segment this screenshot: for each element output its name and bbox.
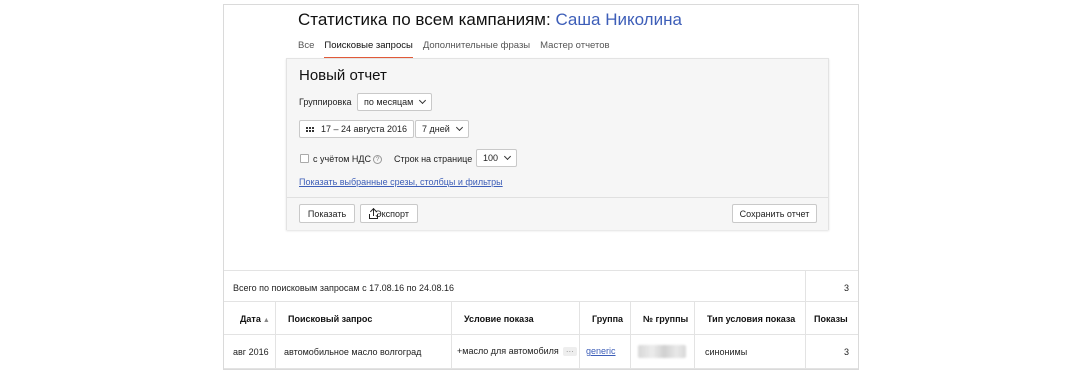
help-icon[interactable]: ?	[373, 155, 383, 164]
grouping-select-value: по месяцам	[364, 97, 414, 107]
more-icon[interactable]: ···	[562, 347, 577, 356]
row-condition-text: +масло для автомобиля	[457, 346, 559, 356]
row-condition: +масло для автомобиля ···	[457, 346, 577, 356]
rows-per-page-label: Строк на странице	[394, 154, 473, 164]
page-title: Статистика по всем кампаниям: Саша Никол…	[298, 10, 682, 30]
row-condition-type: синонимы	[705, 347, 748, 357]
table-row: авг 2016 автомобильное масло волгоград +…	[224, 335, 858, 369]
chevron-down-icon	[419, 96, 427, 105]
column-header-date[interactable]: Дата ▲	[240, 314, 270, 324]
period-select-value: 7 дней	[422, 124, 450, 134]
calendar-icon	[306, 126, 314, 132]
tab-report-wizard[interactable]: Мастер отчетов	[540, 40, 609, 58]
new-report-panel: Новый отчет Группировка по месяцам 17 – …	[286, 58, 829, 230]
summary-label: Всего по поисковым запросам с 17.08.16 п…	[233, 283, 455, 293]
show-filters-link[interactable]: Показать выбранные срезы, столбцы и филь…	[299, 177, 503, 187]
summary-total: 3	[843, 283, 849, 293]
vat-checkbox[interactable]	[300, 154, 309, 163]
row-group-link[interactable]: generic	[586, 346, 616, 356]
row-impressions: 3	[843, 347, 849, 357]
report-actions-bar: Показать Экспорт Сохранить отчет	[287, 197, 828, 230]
report-title: Новый отчет	[299, 67, 387, 84]
date-range-picker[interactable]: 17 – 24 августа 2016	[299, 120, 415, 138]
tab-bar: Все Поисковые запросы Дополнительные фра…	[298, 40, 610, 59]
page-title-prefix: Статистика по всем кампаниям:	[298, 10, 551, 29]
column-header-group-number[interactable]: № группы	[643, 314, 688, 324]
row-group-number-redacted	[638, 345, 686, 358]
column-header-impressions[interactable]: Показы	[814, 314, 848, 324]
row-date: авг 2016	[233, 347, 269, 357]
summary-row: Всего по поисковым запросам с 17.08.16 п…	[224, 270, 858, 302]
sort-ascending-icon: ▲	[262, 317, 270, 324]
table-header-row: Дата ▲ Поисковый запрос Условие показа Гр…	[224, 302, 858, 335]
show-button[interactable]: Показать	[299, 204, 355, 223]
export-icon	[369, 207, 378, 219]
column-header-condition-type[interactable]: Тип условия показа	[707, 314, 795, 324]
column-header-query[interactable]: Поисковый запрос	[288, 314, 372, 324]
rows-per-page-value: 100	[483, 153, 499, 163]
tab-additional-phrases[interactable]: Дополнительные фразы	[423, 40, 530, 58]
export-button[interactable]: Экспорт	[360, 204, 418, 223]
export-button-label: Экспорт	[375, 208, 409, 219]
column-header-condition[interactable]: Условие показа	[464, 314, 534, 324]
tab-search-queries[interactable]: Поисковые запросы	[324, 40, 414, 59]
date-range-value: 17 – 24 августа 2016	[321, 124, 408, 134]
tab-all[interactable]: Все	[298, 40, 314, 58]
save-report-button-label: Сохранить отчет	[739, 208, 810, 219]
row-query: автомобильное масло волгоград	[284, 347, 422, 357]
column-header-group[interactable]: Группа	[592, 314, 623, 324]
user-name-link[interactable]: Саша Николина	[555, 10, 681, 29]
grouping-label: Группировка	[299, 97, 352, 107]
chevron-down-icon	[455, 123, 463, 132]
column-header-date-label: Дата	[240, 314, 261, 324]
grouping-select[interactable]: по месяцам	[357, 93, 433, 111]
period-select[interactable]: 7 дней	[415, 120, 469, 138]
show-button-label: Показать	[307, 208, 347, 219]
rows-per-page-select[interactable]: 100	[476, 149, 518, 167]
vat-label: с учётом НДС?	[313, 154, 383, 164]
save-report-button[interactable]: Сохранить отчет	[732, 204, 817, 223]
chevron-down-icon	[503, 152, 512, 161]
vat-label-text: с учётом НДС	[313, 154, 372, 164]
